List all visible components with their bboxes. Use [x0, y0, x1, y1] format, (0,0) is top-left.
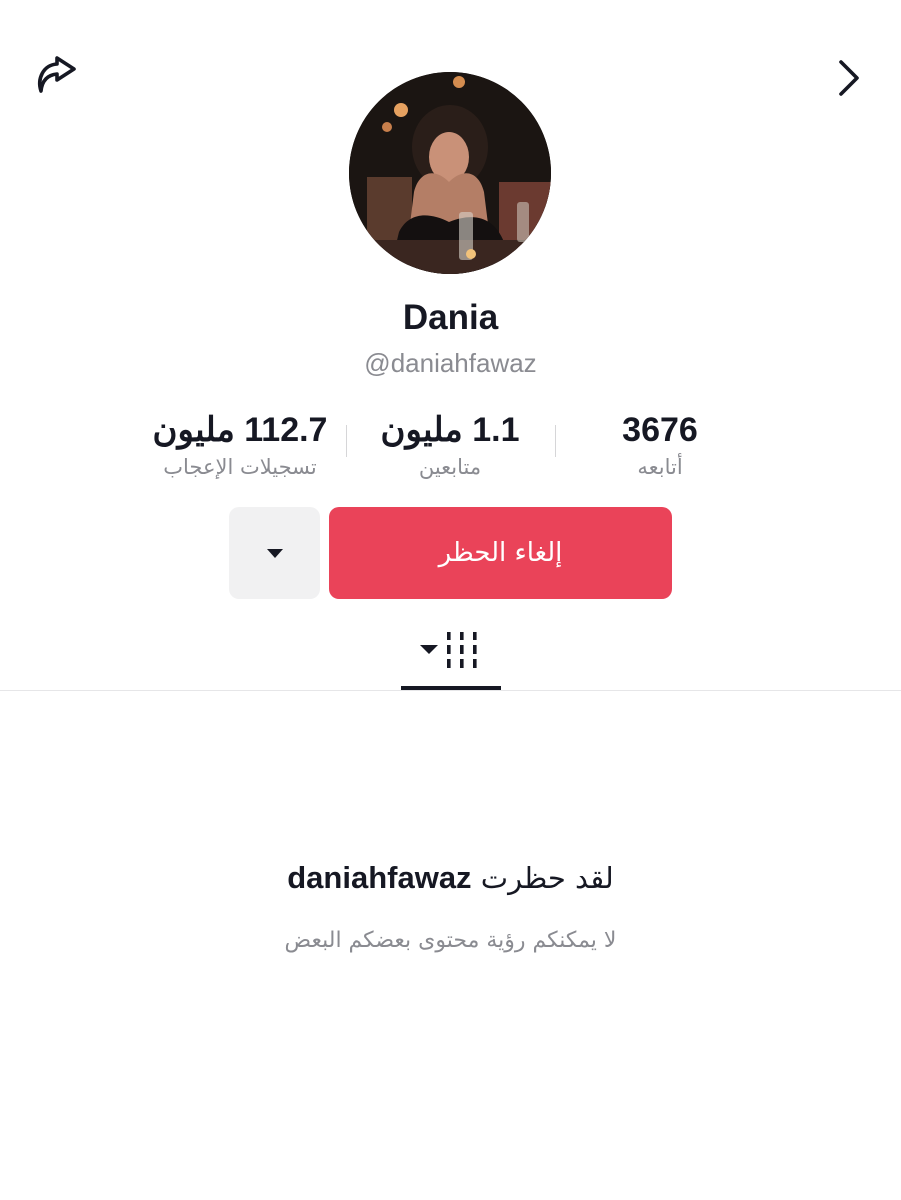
likes-count: 112.7 مليون — [152, 411, 328, 449]
unblock-button[interactable]: إلغاء الحظر — [329, 507, 672, 599]
likes-label: تسجيلات الإعجاب — [163, 455, 317, 479]
more-options-button[interactable] — [229, 507, 320, 599]
blocked-subtitle: لا يمكنكم رؤية محتوى بعضكم البعض — [284, 928, 617, 953]
forward-button[interactable] — [823, 52, 875, 104]
blocked-username: daniahfawaz — [287, 860, 472, 895]
display-name: Dania — [402, 298, 499, 337]
followers-label: متابعين — [418, 455, 482, 479]
blocked-title: لقد حظرت daniahfawaz — [0, 860, 901, 896]
avatar[interactable] — [349, 72, 551, 274]
stat-following[interactable]: 3676 أتابعه — [580, 408, 740, 482]
stat-followers[interactable]: 1.1 مليون متابعين — [360, 408, 540, 482]
avatar-photo — [349, 72, 551, 274]
unblock-button-label: إلغاء الحظر — [438, 538, 563, 568]
share-button[interactable] — [32, 52, 84, 104]
chevron-right-icon — [839, 60, 859, 96]
tab-divider — [0, 690, 901, 691]
stat-divider — [555, 425, 556, 457]
stat-likes[interactable]: 112.7 مليون تسجيلات الإعجاب — [140, 408, 340, 482]
following-label: أتابعه — [637, 455, 683, 479]
blocked-title-prefix: لقد حظرت — [480, 861, 614, 895]
caret-down-icon — [266, 549, 283, 558]
share-arrow-icon — [38, 56, 76, 93]
video-grid-icon — [420, 632, 477, 668]
tab-videos[interactable] — [401, 620, 501, 680]
username-handle: @daniahfawaz — [364, 348, 537, 378]
followers-count: 1.1 مليون — [380, 411, 520, 449]
stat-divider — [346, 425, 347, 457]
following-count: 3676 — [622, 411, 698, 449]
